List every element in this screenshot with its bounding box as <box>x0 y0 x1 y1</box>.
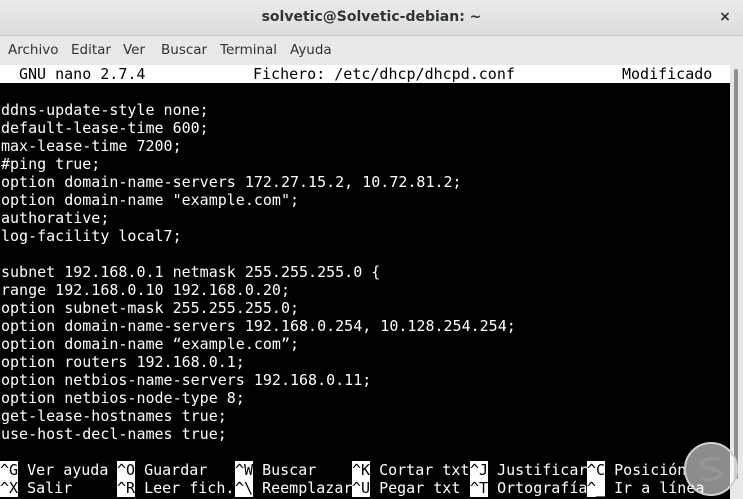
file-line[interactable]: log-facility local7; <box>1 227 182 245</box>
window-title: solvetic@Solvetic-debian: ~ <box>261 9 482 25</box>
nano-status: Modificado <box>622 65 713 83</box>
shortcut-label: Guardar <box>135 461 208 479</box>
shortcut-key: ^C <box>587 461 606 479</box>
title-bar[interactable]: solvetic@Solvetic-debian: ~ × <box>0 0 743 36</box>
shortcut-item[interactable]: ^K Cortar txt <box>352 461 469 479</box>
shortcut-label: Buscar <box>253 461 317 479</box>
shortcut-item[interactable]: ^G Ver ayuda <box>0 461 108 479</box>
file-line[interactable]: option domain-name "example.com"; <box>1 191 299 209</box>
menu-ver[interactable]: Ver <box>123 42 145 58</box>
scrollbar[interactable] <box>730 65 743 499</box>
shortcut-label: Salir <box>18 479 73 497</box>
shortcut-label: Ver ayuda <box>18 461 109 479</box>
file-line[interactable]: default-lease-time 600; <box>1 119 209 137</box>
shortcut-item[interactable]: ^W Buscar <box>235 461 316 479</box>
file-line[interactable]: option netbios-name-servers 192.168.0.11… <box>1 371 371 389</box>
shortcut-item[interactable]: ^_ Ir a línea <box>587 479 704 497</box>
shortcut-key: ^K <box>352 461 371 479</box>
shortcut-key: ^J <box>470 461 489 479</box>
shortcut-item[interactable]: ^X Salir <box>0 479 72 497</box>
menu-archivo[interactable]: Archivo <box>8 42 58 58</box>
file-line[interactable]: use-host-decl-names true; <box>1 425 227 443</box>
shortcut-item[interactable]: ^J Justificar <box>470 461 587 479</box>
file-line[interactable]: subnet 192.168.0.1 netmask 255.255.255.0… <box>1 263 380 281</box>
file-line[interactable]: #ping true; <box>1 155 100 173</box>
shortcut-item[interactable]: ^U Pegar txt <box>352 479 460 497</box>
shortcut-label: Leer fich. <box>135 479 235 497</box>
file-line[interactable]: authorative; <box>1 209 109 227</box>
menu-editar[interactable]: Editar <box>71 42 111 58</box>
shortcut-item[interactable]: ^T Ortografía <box>470 479 587 497</box>
file-line[interactable]: option netbios-node-type 8; <box>1 389 245 407</box>
nano-file-name: Fichero: /etc/dhcp/dhcpd.conf <box>253 65 515 83</box>
shortcut-label: Ortografía <box>488 479 588 497</box>
menu-buscar[interactable]: Buscar <box>161 42 207 58</box>
shortcut-item[interactable]: ^O Guardar <box>117 461 207 479</box>
shortcut-key: ^_ <box>587 479 606 497</box>
shortcut-label: Ir a línea <box>605 479 705 497</box>
nano-version: GNU nano 2.7.4 <box>19 65 146 83</box>
nano-header-bar: GNU nano 2.7.4 Fichero: /etc/dhcp/dhcpd.… <box>0 65 730 83</box>
shortcut-key: ^X <box>0 479 19 497</box>
menu-bar: Archivo Editar Ver Buscar Terminal Ayuda <box>0 36 743 65</box>
shortcut-key: ^O <box>117 461 136 479</box>
close-icon[interactable]: × <box>715 7 735 27</box>
shortcut-key: ^T <box>470 479 489 497</box>
shortcut-key: ^U <box>352 479 371 497</box>
shortcut-key: ^W <box>235 461 254 479</box>
shortcut-key: ^\ <box>235 479 254 497</box>
shortcut-key: ^G <box>0 461 19 479</box>
scrollbar-thumb[interactable] <box>734 69 738 479</box>
file-line[interactable]: option domain-name-servers 172.27.15.2, … <box>1 173 462 191</box>
shortcut-label: Cortar txt <box>370 461 470 479</box>
menu-ayuda[interactable]: Ayuda <box>290 42 332 58</box>
shortcut-item[interactable]: ^C Posición <box>587 461 686 479</box>
file-line[interactable]: range 192.168.0.10 192.168.0.20; <box>1 281 290 299</box>
file-line[interactable]: ddns-update-style none; <box>1 101 209 119</box>
file-line[interactable]: option domain-name “example.com”; <box>1 335 299 353</box>
shortcut-label: Justificar <box>488 461 588 479</box>
file-line[interactable]: get-lease-hostnames true; <box>1 407 227 425</box>
shortcut-item[interactable]: ^R Leer fich. <box>117 479 234 497</box>
file-line[interactable]: option subnet-mask 255.255.255.0; <box>1 299 299 317</box>
terminal-window: solvetic@Solvetic-debian: ~ × Archivo Ed… <box>0 0 743 499</box>
terminal-area[interactable]: GNU nano 2.7.4 Fichero: /etc/dhcp/dhcpd.… <box>0 65 730 499</box>
file-line[interactable]: option routers 192.168.0.1; <box>1 353 245 371</box>
file-line[interactable]: option domain-name-servers 192.168.0.254… <box>1 317 516 335</box>
shortcut-item[interactable]: ^\ Reemplazar <box>235 479 352 497</box>
file-line[interactable]: max-lease-time 7200; <box>1 137 182 155</box>
shortcut-key: ^R <box>117 479 136 497</box>
menu-terminal[interactable]: Terminal <box>220 42 277 58</box>
shortcut-label: Posición <box>605 461 687 479</box>
shortcut-label: Pegar txt <box>370 479 461 497</box>
shortcut-label: Reemplazar <box>253 479 353 497</box>
